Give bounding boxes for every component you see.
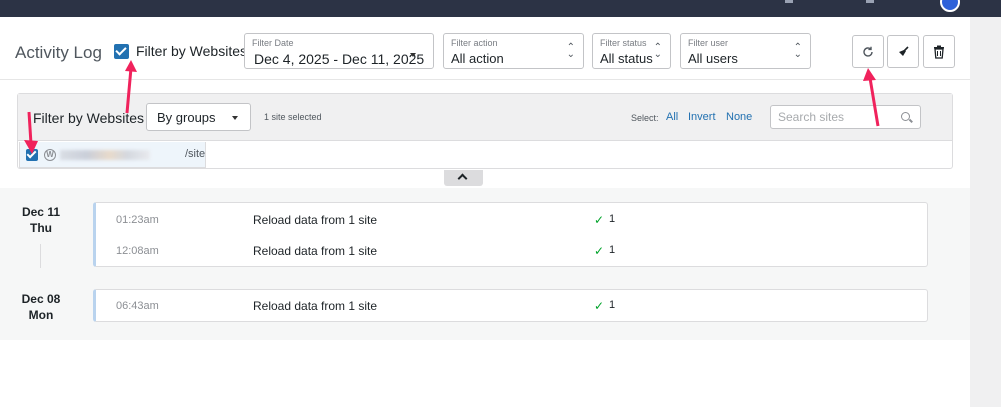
updown-chevron-icon: ⌃ ⌄: [566, 42, 575, 60]
filter-date-field[interactable]: Filter Date Dec 4, 2025 - Dec 11, 2025: [244, 33, 434, 69]
broom-icon: [899, 45, 909, 56]
activity-text: Reload data from 1 site: [253, 299, 378, 313]
caret-down-icon: [232, 116, 238, 120]
filter-status-value: All status: [600, 51, 653, 66]
caret-down-icon: [410, 53, 416, 57]
filter-date-label: Filter Date: [252, 38, 294, 48]
filter-action-select[interactable]: Filter action All action ⌃ ⌄: [443, 33, 584, 69]
activity-row[interactable]: 06:43am Reload data from 1 site ✓ 1: [96, 291, 926, 321]
annotation-arrow: [863, 68, 880, 127]
annotation-arrow: [24, 111, 38, 154]
filter-status-label: Filter status: [600, 38, 647, 48]
success-check-icon: ✓: [594, 244, 605, 258]
timeline-connector: [40, 244, 41, 268]
annotation-arrow: [125, 60, 137, 114]
reload-button[interactable]: [852, 35, 884, 68]
success-check-icon: ✓: [594, 299, 605, 313]
avatar[interactable]: [940, 0, 960, 12]
activity-text: Reload data from 1 site: [253, 213, 378, 227]
site-list-item[interactable]: W /site: [19, 142, 206, 168]
activity-time: 01:23am: [116, 214, 159, 226]
filter-status-select[interactable]: Filter status All status ⌃ ⌄: [592, 33, 671, 69]
activity-count: 1: [609, 244, 616, 256]
filter-date-value: Dec 4, 2025 - Dec 11, 2025: [254, 51, 425, 67]
scrollbar-track[interactable]: [970, 17, 1001, 407]
group-mode-value: By groups: [157, 110, 216, 125]
day-activity-card: 06:43am Reload data from 1 site ✓ 1: [93, 289, 928, 322]
selected-count: 1 site selected: [264, 112, 322, 122]
activity-row[interactable]: 01:23am Reload data from 1 site ✓ 1: [96, 205, 926, 235]
redacted-site-url: [60, 150, 150, 160]
activity-count: 1: [609, 299, 616, 311]
filter-user-label: Filter user: [688, 38, 729, 48]
activity-count: 1: [609, 213, 616, 225]
select-all-link[interactable]: All: [666, 111, 678, 123]
select-none-link[interactable]: None: [726, 111, 752, 123]
filter-action-label: Filter action: [451, 38, 498, 48]
day-date: Dec 11: [21, 205, 61, 219]
collapse-site-filter-button[interactable]: [444, 170, 483, 186]
delete-button[interactable]: [923, 35, 955, 68]
updown-chevron-icon: ⌃ ⌄: [653, 42, 662, 60]
chevron-up-icon: [457, 173, 468, 184]
clear-filters-button[interactable]: [887, 35, 919, 68]
filter-by-websites-label[interactable]: Filter by Websites: [136, 43, 247, 59]
select-label: Select:: [631, 113, 659, 123]
topbar-item[interactable]: [785, 0, 793, 3]
day-label: Dec 08 Mon: [18, 291, 64, 323]
filter-by-websites-checkbox[interactable]: [114, 44, 129, 59]
divider: [0, 79, 970, 80]
filter-user-select[interactable]: Filter user All users ⌃ ⌄: [680, 33, 811, 69]
group-mode-select[interactable]: By groups: [146, 103, 251, 131]
site-filter-header: Filter by Websites By groups 1 site sele…: [18, 94, 952, 141]
select-invert-link[interactable]: Invert: [688, 111, 716, 123]
activity-row[interactable]: 12:08am Reload data from 1 site ✓ 1: [96, 236, 926, 266]
site-url-suffix: /site: [185, 148, 206, 160]
reload-icon: [863, 46, 873, 57]
search-icon[interactable]: [901, 112, 910, 121]
updown-chevron-icon: ⌃ ⌄: [793, 42, 802, 60]
topbar-item[interactable]: [866, 0, 874, 3]
site-filter-box: Filter by Websites By groups 1 site sele…: [17, 93, 953, 169]
filter-user-value: All users: [688, 51, 738, 66]
search-sites-placeholder: Search sites: [778, 110, 845, 124]
activity-time: 06:43am: [116, 300, 159, 312]
day-label: Dec 11 Thu: [18, 204, 64, 236]
page-title: Activity Log: [15, 43, 102, 62]
day-activity-card: 01:23am Reload data from 1 site ✓ 1 12:0…: [93, 202, 928, 267]
day-weekday: Thu: [30, 221, 52, 235]
trash-icon: [934, 45, 944, 59]
activity-time: 12:08am: [116, 245, 159, 257]
search-sites-input[interactable]: Search sites: [770, 105, 921, 129]
admin-top-bar: [0, 0, 1001, 17]
day-date: Dec 08: [21, 292, 61, 306]
success-check-icon: ✓: [594, 213, 605, 227]
activity-text: Reload data from 1 site: [253, 244, 378, 258]
filter-action-value: All action: [451, 51, 504, 66]
day-weekday: Mon: [28, 308, 54, 322]
